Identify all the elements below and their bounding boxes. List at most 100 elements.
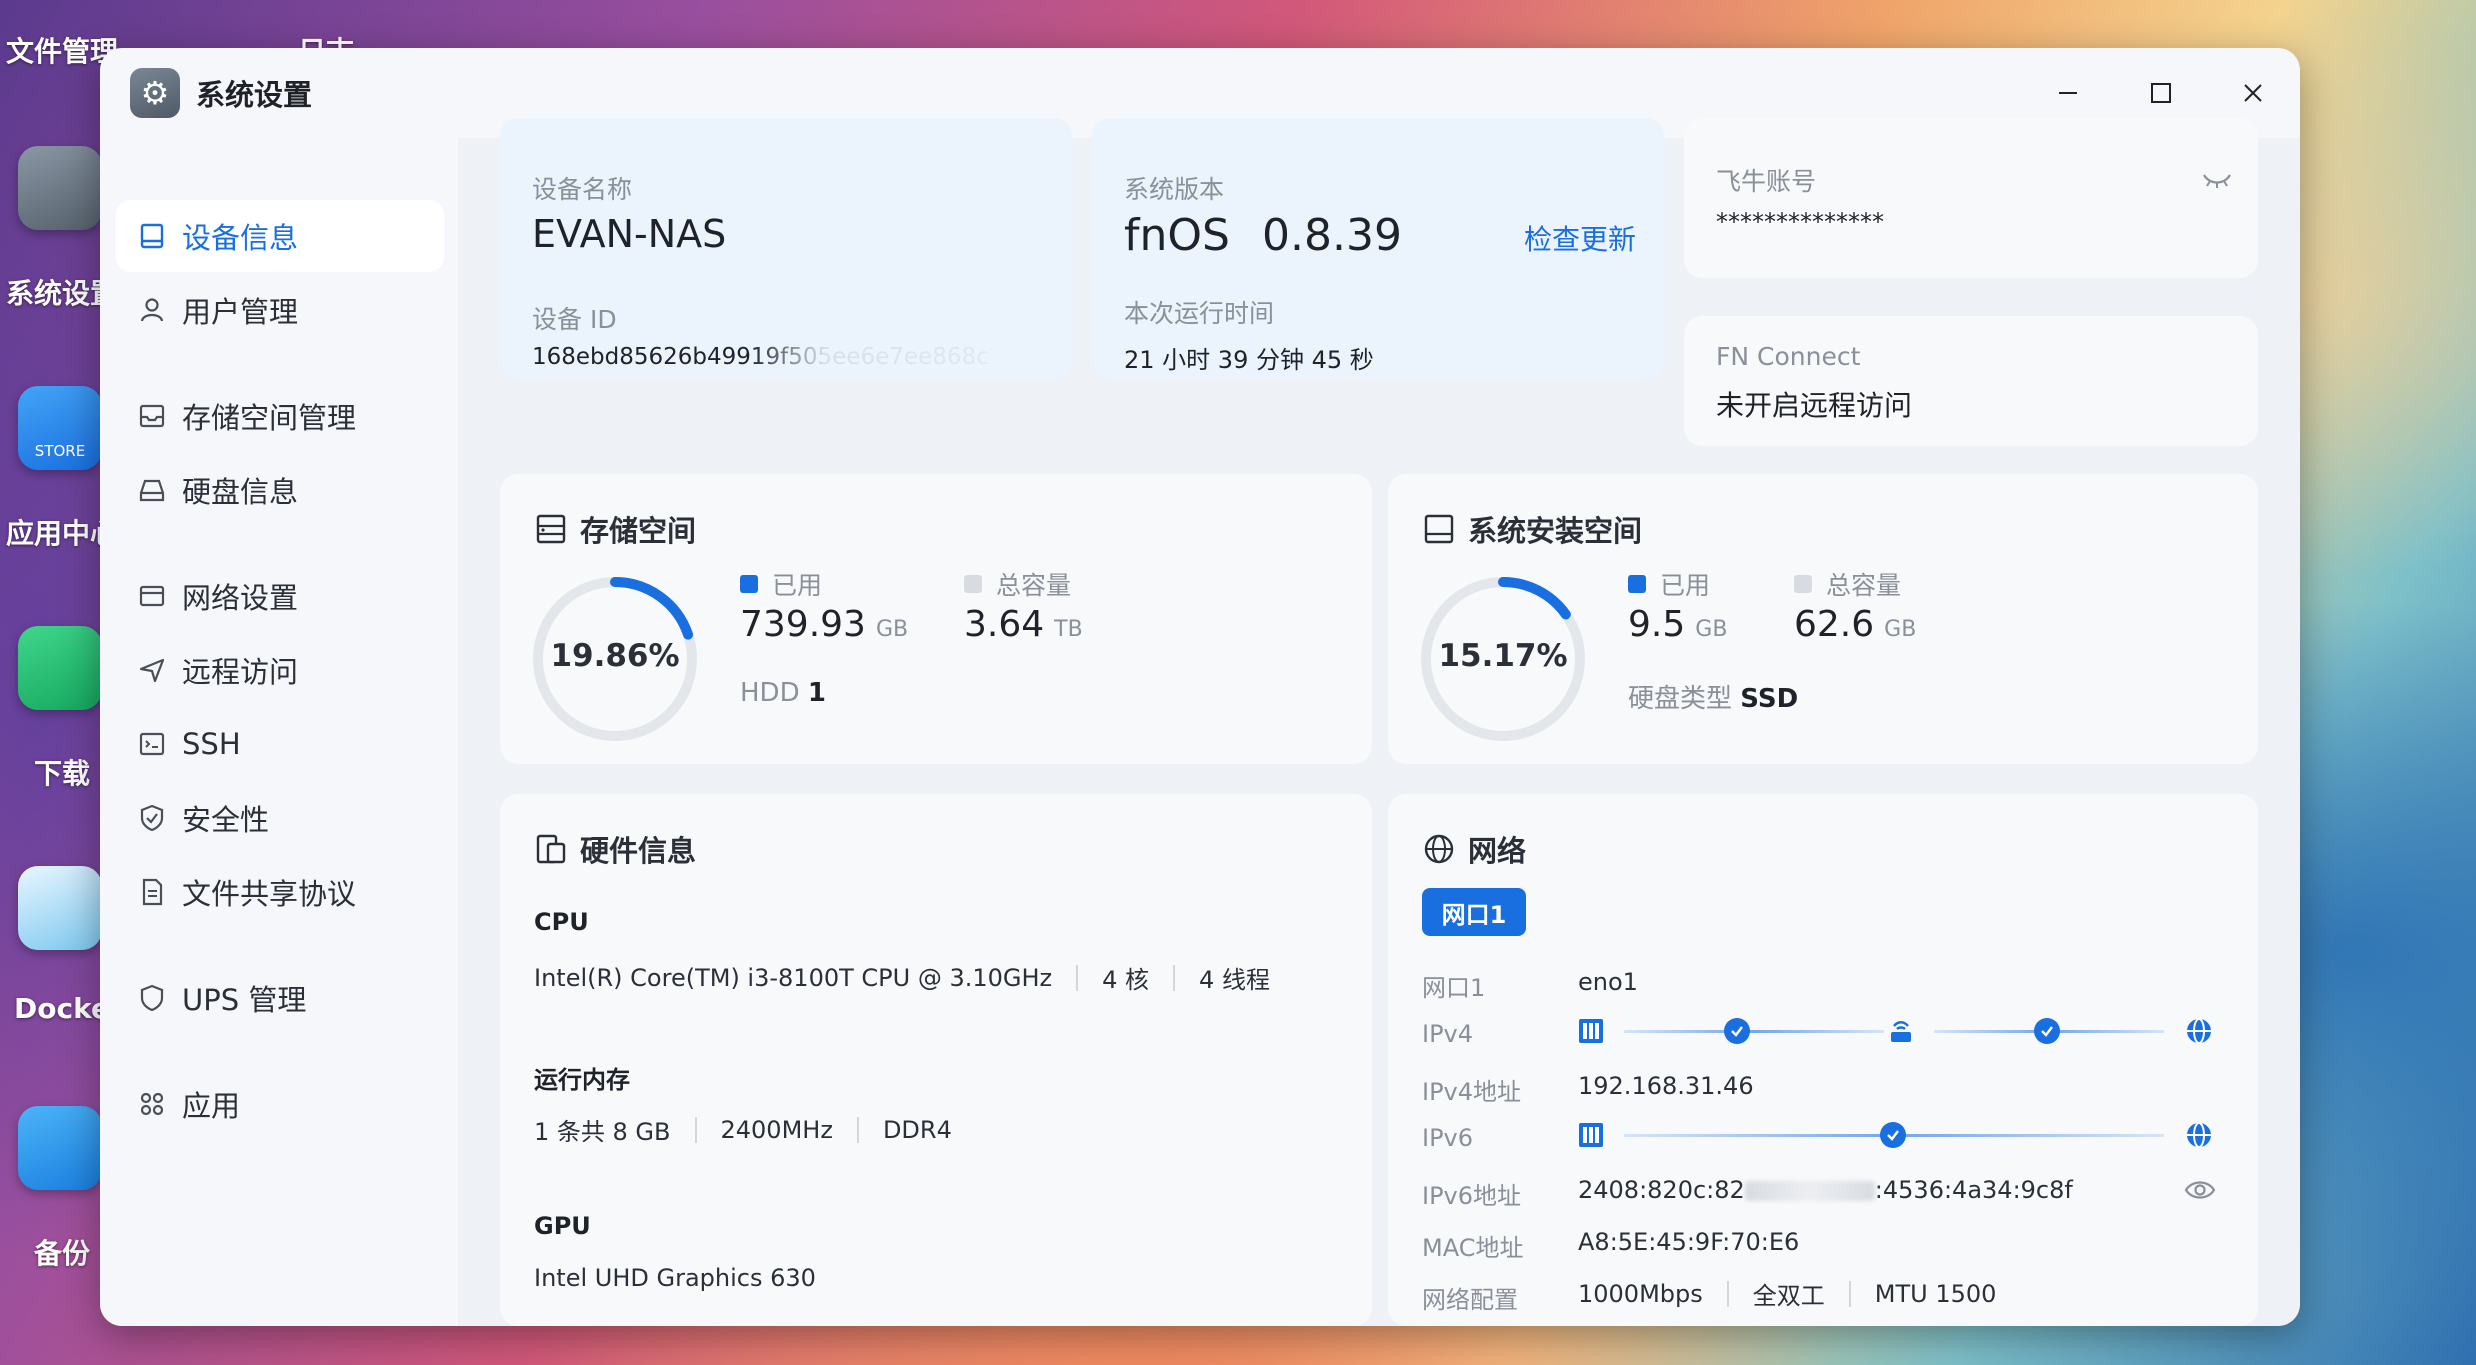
divider bbox=[694, 1116, 697, 1143]
fn-connect-label: FN Connect bbox=[1716, 342, 1861, 371]
gear-icon: ⚙ bbox=[130, 68, 180, 118]
storage-used-value: 739.93 GB bbox=[740, 604, 908, 645]
system-space-card[interactable]: 系统安装空间 15.17% 已用 9.5 GB 总容量 62.6 GB 硬盘类型 S… bbox=[1388, 474, 2258, 764]
sidebar-item-storage[interactable]: 存储空间管理 bbox=[116, 380, 444, 452]
shield-icon bbox=[122, 803, 182, 833]
close-icon bbox=[2244, 84, 2262, 102]
sidebar-item-disks[interactable]: 硬盘信息 bbox=[116, 454, 444, 526]
account-card: 飞牛账号 ************** bbox=[1684, 118, 2258, 278]
nas-device-icon bbox=[1579, 1123, 1603, 1147]
storage-total-label: 总容量 bbox=[996, 571, 1072, 600]
eye-closed-icon[interactable] bbox=[2202, 170, 2232, 190]
account-label: 飞牛账号 bbox=[1716, 167, 1817, 196]
duplex-mode: 全双工 bbox=[1752, 1282, 1825, 1310]
storage-hdd-count: HDD 1 bbox=[740, 678, 826, 708]
system-space-used-legend: 已用 bbox=[1628, 566, 1710, 602]
tab-port-1[interactable]: 网口1 bbox=[1422, 888, 1526, 936]
sidebar-item-users[interactable]: 用户管理 bbox=[116, 274, 444, 346]
divider bbox=[1076, 964, 1079, 991]
system-space-used-label: 已用 bbox=[1660, 571, 1711, 600]
cpu-model: Intel(R) Core(TM) i3-8100T CPU @ 3.10GHz bbox=[534, 963, 1053, 992]
port-label: 网口1 bbox=[1422, 974, 1486, 1002]
main-content: 设备名称 EVAN-NAS 设备 ID 168ebd85626b49919f50… bbox=[458, 118, 2300, 1326]
sidebar-item-label: SSH bbox=[182, 727, 241, 761]
ups-shield-icon bbox=[122, 983, 182, 1013]
ipv4-link-line bbox=[1624, 1030, 1884, 1033]
disk-icon bbox=[122, 475, 182, 505]
desktop-label-backup[interactable]: 备份 bbox=[34, 1232, 90, 1272]
apps-icon bbox=[122, 1089, 182, 1119]
ipv6-prefix: 2408:820c:82 bbox=[1578, 1176, 1745, 1204]
memory-size: 1 条共 8 GB bbox=[534, 1118, 671, 1146]
sidebar-item-label: 设备信息 bbox=[182, 221, 299, 255]
sidebar-item-remote-access[interactable]: 远程访问 bbox=[116, 634, 444, 706]
desktop-store-icon[interactable]: STORE bbox=[18, 386, 102, 470]
ipv6-redacted bbox=[1744, 1181, 1875, 1201]
hardware-card: 硬件信息 CPU Intel(R) Core(TM) i3-8100T CPU … bbox=[500, 794, 1372, 1326]
mtu-value: MTU 1500 bbox=[1874, 1279, 1997, 1308]
device-card: 设备名称 EVAN-NAS 设备 ID 168ebd85626b49919f50… bbox=[500, 118, 1072, 380]
storage-hdd-label: HDD bbox=[740, 678, 800, 708]
storage-icon bbox=[122, 401, 182, 431]
maximize-button[interactable] bbox=[2136, 70, 2186, 116]
divider bbox=[1173, 964, 1176, 991]
system-space-total-value: 62.6 GB bbox=[1794, 604, 1916, 645]
memory-label: 运行内存 bbox=[534, 1066, 630, 1094]
storage-title: 存储空间 bbox=[534, 508, 696, 550]
sidebar-item-label: 安全性 bbox=[182, 803, 270, 837]
network-config-label: 网络配置 bbox=[1422, 1286, 1518, 1314]
close-button[interactable] bbox=[2228, 70, 2278, 116]
device-icon bbox=[122, 221, 182, 251]
maximize-icon bbox=[2151, 83, 2171, 103]
sidebar-item-label: UPS 管理 bbox=[182, 983, 307, 1017]
sidebar-item-network[interactable]: 网络设置 bbox=[116, 560, 444, 632]
system-version-card: 系统版本 fnOS 0.8.39 检查更新 本次运行时间 21 小时 39 分钟… bbox=[1092, 118, 1664, 380]
uptime-label: 本次运行时间 bbox=[1124, 299, 1275, 328]
sidebar-item-apps[interactable]: 应用 bbox=[116, 1068, 444, 1140]
sidebar-item-label: 应用 bbox=[182, 1089, 241, 1123]
ipv6-label: IPv6 bbox=[1422, 1124, 1474, 1152]
mac-address: A8:5E:45:9F:70:E6 bbox=[1578, 1228, 1800, 1256]
fn-connect-card[interactable]: FN Connect 未开启远程访问 bbox=[1684, 316, 2258, 446]
system-space-used-unit: GB bbox=[1695, 617, 1728, 642]
ipv6-check-icon bbox=[1880, 1122, 1906, 1148]
desktop-download-icon[interactable] bbox=[18, 626, 102, 710]
document-icon bbox=[122, 877, 182, 907]
sidebar-item-label: 远程访问 bbox=[182, 655, 299, 689]
sidebar-item-device-info[interactable]: 设备信息 bbox=[116, 200, 444, 272]
used-swatch bbox=[1628, 575, 1646, 593]
storage-used-number: 739.93 bbox=[740, 604, 866, 645]
storage-total-number: 3.64 bbox=[964, 604, 1045, 645]
gpu-row: Intel UHD Graphics 630 bbox=[534, 1264, 816, 1292]
terminal-icon bbox=[122, 729, 182, 759]
storage-used-label: 已用 bbox=[772, 571, 823, 600]
hardware-title: 硬件信息 bbox=[534, 828, 696, 870]
desktop-docker-icon[interactable] bbox=[18, 866, 102, 950]
nas-device-icon bbox=[1579, 1019, 1603, 1043]
check-update-link[interactable]: 检查更新 bbox=[1524, 218, 1636, 258]
system-space-title-text: 系统安装空间 bbox=[1468, 514, 1643, 548]
storage-card[interactable]: 存储空间 19.86% 已用 739.93 GB 总容量 3.64 TB HDD 1 bbox=[500, 474, 1372, 764]
system-space-title: 系统安装空间 bbox=[1422, 508, 1642, 550]
eye-icon[interactable] bbox=[2184, 1176, 2216, 1204]
sidebar-item-ups[interactable]: UPS 管理 bbox=[116, 962, 444, 1034]
divider bbox=[1848, 1280, 1851, 1307]
minimize-button[interactable] bbox=[2043, 70, 2093, 116]
send-icon bbox=[122, 655, 182, 685]
sidebar-item-ssh[interactable]: SSH bbox=[116, 708, 444, 780]
ipv4-check-icon bbox=[1724, 1018, 1750, 1044]
gpu-label: GPU bbox=[534, 1212, 591, 1240]
desktop-label-download[interactable]: 下载 bbox=[34, 752, 90, 792]
internet-globe-icon bbox=[2187, 1122, 2211, 1148]
ipv6-address: 2408:820c:82:4536:4a34:9c8f bbox=[1578, 1176, 2073, 1204]
sidebar-item-security[interactable]: 安全性 bbox=[116, 782, 444, 854]
minimize-icon bbox=[2059, 92, 2077, 94]
store-text: STORE bbox=[34, 442, 86, 460]
sidebar-item-file-sharing[interactable]: 文件共享协议 bbox=[116, 856, 444, 928]
device-name-label: 设备名称 bbox=[532, 175, 633, 204]
system-space-disk-type: 硬盘类型 SSD bbox=[1628, 678, 1798, 715]
cpu-label: CPU bbox=[534, 908, 589, 936]
globe-icon bbox=[1424, 834, 1454, 864]
desktop-settings-icon[interactable] bbox=[18, 146, 102, 230]
desktop-backup-icon[interactable] bbox=[18, 1106, 102, 1190]
